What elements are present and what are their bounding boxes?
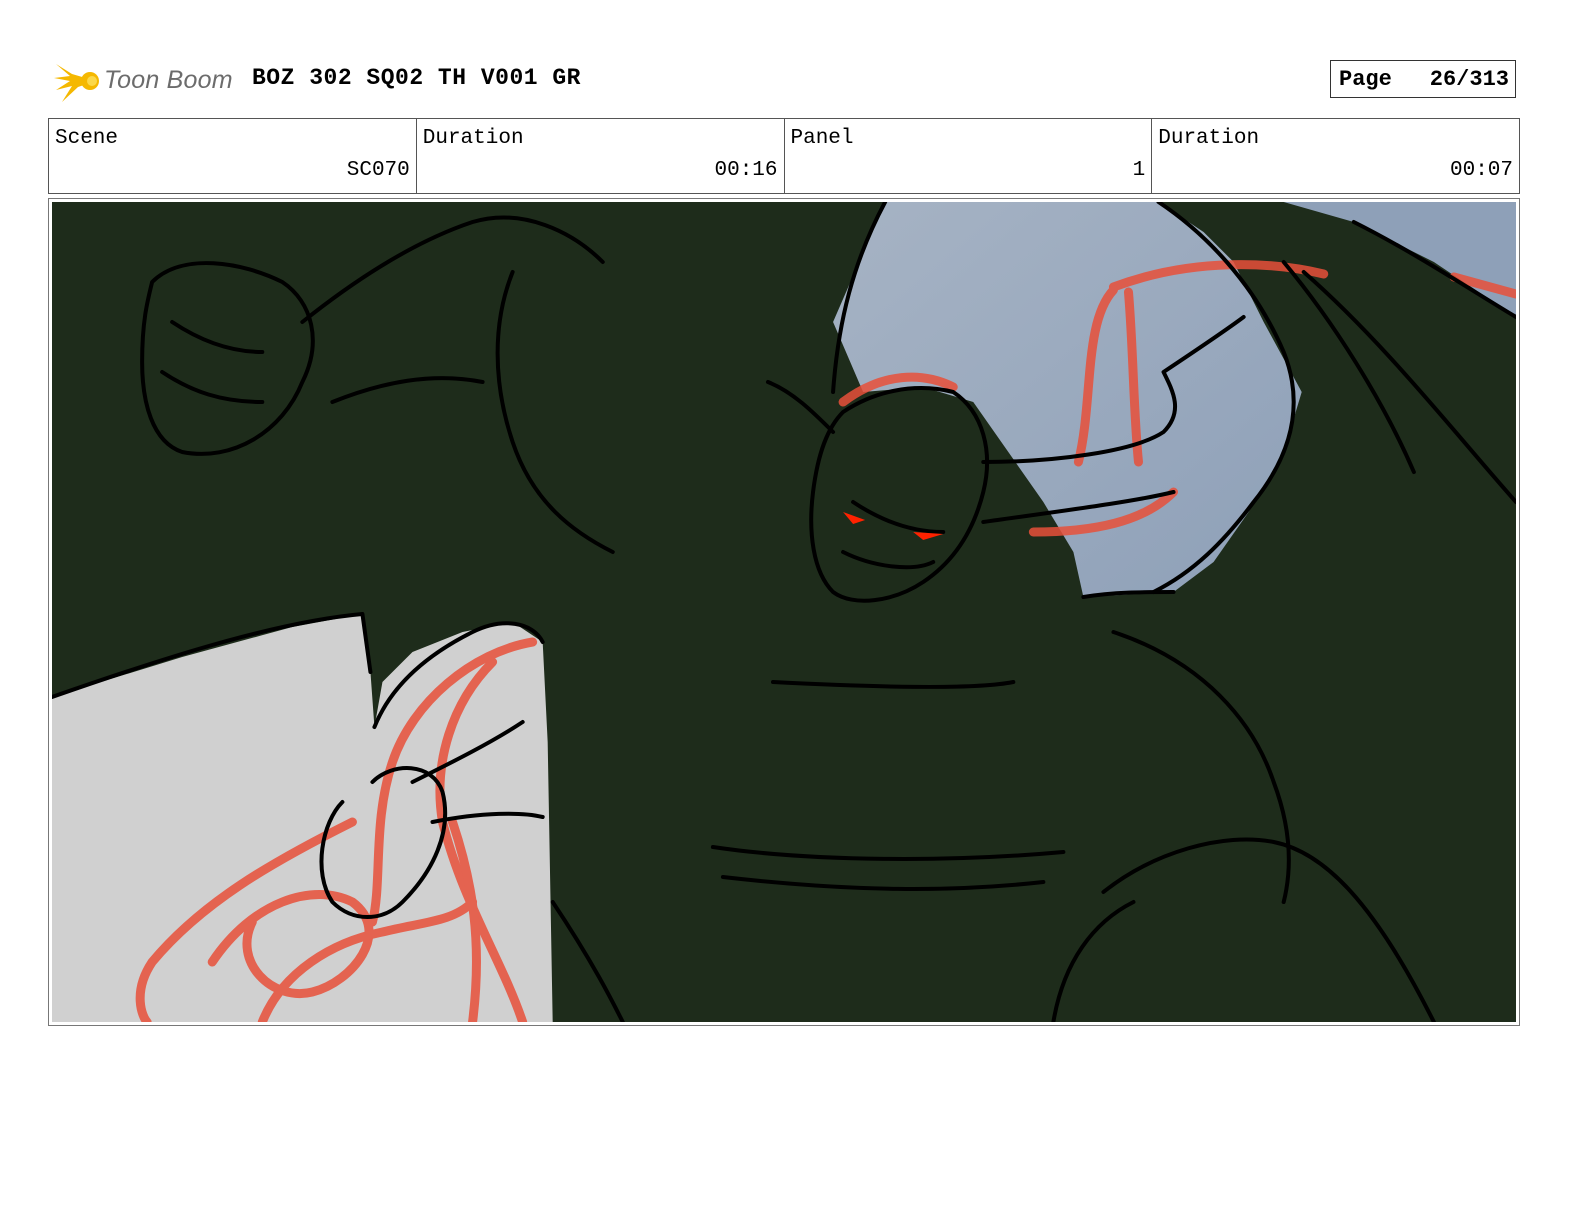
logo-text: Toon Boom xyxy=(104,66,233,94)
panel-duration-cell: Duration 00:07 xyxy=(1152,119,1519,193)
page-number: 26/313 xyxy=(1429,66,1509,92)
toon-boom-logo: Toon Boom xyxy=(52,56,242,106)
page-label: Page xyxy=(1339,66,1392,92)
storyboard-panel xyxy=(48,198,1520,1026)
page-header: Toon Boom BOZ 302 SQ02 TH V001 GR Page 2… xyxy=(52,52,1520,108)
panel-cell: Panel 1 xyxy=(785,119,1153,193)
panel-info-table: Scene SC070 Duration 00:16 Panel 1 Durat… xyxy=(48,118,1520,194)
scene-duration-label: Duration xyxy=(422,127,524,150)
scene-label: Scene xyxy=(55,127,119,150)
starburst-icon xyxy=(54,64,99,102)
panel-value: 1 xyxy=(1132,159,1146,182)
storyboard-drawing xyxy=(52,202,1516,1022)
panel-duration-label: Duration xyxy=(1158,127,1260,150)
document-title: BOZ 302 SQ02 TH V001 GR xyxy=(252,65,581,91)
panel-duration-value: 00:07 xyxy=(1449,159,1513,182)
panel-label: Panel xyxy=(790,127,854,150)
scene-cell: Scene SC070 xyxy=(49,119,417,193)
page-indicator: Page 26/313 xyxy=(1330,60,1516,98)
scene-duration-value: 00:16 xyxy=(714,159,778,182)
scene-duration-cell: Duration 00:16 xyxy=(417,119,785,193)
scene-value: SC070 xyxy=(346,159,410,182)
